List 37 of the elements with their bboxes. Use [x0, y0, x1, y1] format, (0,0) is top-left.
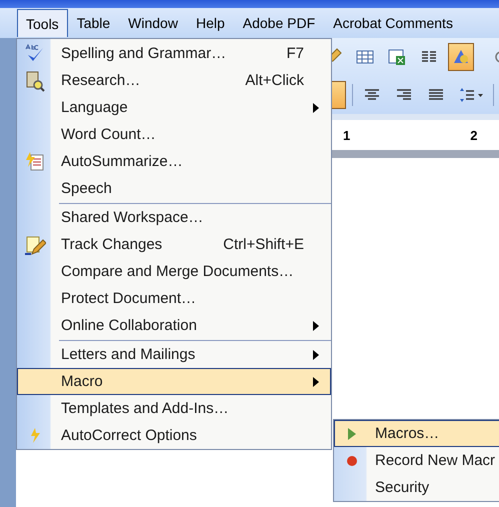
drawing-icon[interactable] [448, 43, 474, 71]
menu-item[interactable]: Spelling and Grammar… F7 [17, 40, 331, 67]
submenu-arrow-icon [313, 321, 319, 331]
submenu-arrow-icon [313, 377, 319, 387]
menu-bar-item[interactable]: Window [119, 9, 187, 37]
menu-item[interactable]: AutoSummarize… [17, 148, 331, 175]
magnifier-book-icon [24, 70, 46, 92]
menu-bar-item[interactable]: Acrobat Comments [324, 9, 462, 37]
menu-bar-item[interactable]: Table [68, 9, 120, 37]
menu-item[interactable]: Speech [17, 175, 331, 202]
menu-bar-item[interactable]: Tools [17, 9, 68, 37]
menu-bar-item[interactable]: Help [186, 9, 234, 37]
menu-item[interactable]: Online Collaboration [17, 312, 331, 339]
submenu-arrow-icon [313, 350, 319, 360]
document-lightning-icon [24, 150, 46, 172]
menu-item[interactable]: Protect Document… [17, 285, 331, 312]
submenu-arrow-icon [313, 103, 319, 113]
menu-item[interactable]: Record New Macr [334, 447, 499, 474]
menu-item[interactable]: Letters and Mailings [17, 341, 331, 368]
play-icon [348, 428, 356, 440]
document-pencil-icon [24, 234, 46, 256]
menu-item[interactable]: AutoCorrect Options [17, 422, 331, 449]
ruler-number: 2 [470, 128, 478, 142]
menu-bar-item[interactable]: Adobe PDF [234, 9, 324, 37]
menu-item[interactable]: Macro [17, 368, 331, 395]
menu-item[interactable]: Compare and Merge Documents… [17, 258, 331, 285]
menu-item[interactable]: Word Count… [17, 121, 331, 148]
lightning-icon [30, 428, 40, 443]
menu-item[interactable]: Macros… [334, 420, 499, 447]
menu-item[interactable]: Security [334, 474, 499, 501]
menu-item[interactable]: Shared Workspace… [17, 204, 331, 231]
menu-item[interactable]: Language [17, 94, 331, 121]
ruler-number: 1 [343, 128, 350, 142]
record-icon [346, 454, 358, 466]
menu-item[interactable]: Research… Alt+Click [17, 67, 331, 94]
menu-item[interactable]: Track Changes Ctrl+Shift+E [17, 231, 331, 258]
menu-item[interactable]: Templates and Add-Ins… [17, 395, 331, 422]
